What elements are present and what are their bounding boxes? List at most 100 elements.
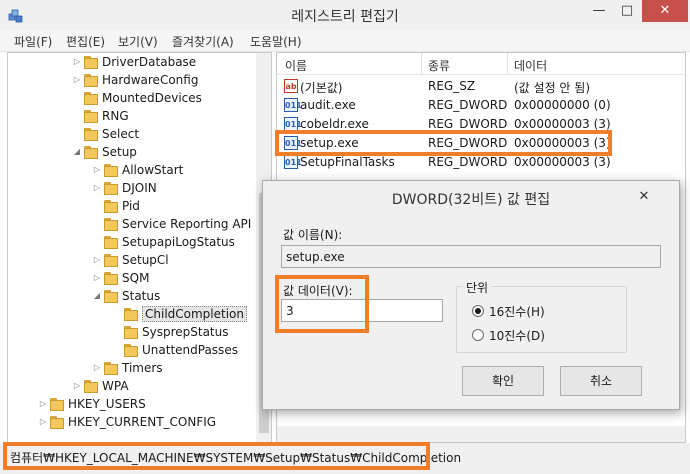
folder-icon: [104, 164, 118, 177]
expand-icon: [112, 327, 122, 337]
expand-icon[interactable]: ▷: [72, 381, 82, 391]
column-header-name[interactable]: 이름: [285, 57, 307, 74]
folder-icon: [84, 92, 98, 105]
tree-item-label: WPA: [102, 379, 129, 393]
list-header: 이름 종류 데이터: [277, 53, 685, 75]
expand-icon[interactable]: ▷: [92, 165, 102, 175]
expand-icon[interactable]: ▷: [92, 183, 102, 193]
dialog-close-button[interactable]: ✕: [618, 183, 670, 210]
tree-item-label: Timers: [122, 361, 163, 375]
folder-icon: [84, 56, 98, 69]
tree-item-label: RNG: [102, 109, 129, 123]
tree-item-label: AllowStart: [122, 163, 184, 177]
value-name-field: setup.exe: [281, 245, 661, 268]
expand-icon[interactable]: ▷: [92, 255, 102, 265]
value-name: cobeldr.exe: [300, 117, 369, 131]
binary-value-icon: 011: [284, 117, 302, 131]
value-type: REG_SZ: [428, 79, 476, 93]
value-data: (값 설정 안 됨): [514, 81, 591, 95]
tree-item-label: HardwareConfig: [102, 73, 199, 87]
expand-icon: [112, 345, 122, 355]
tree-item-label: ChildCompletion: [142, 306, 247, 322]
folder-icon: [104, 182, 118, 195]
menu-view[interactable]: 보기(V): [118, 33, 158, 50]
expand-icon: [92, 237, 102, 247]
tree-item-label: SysprepStatus: [142, 325, 229, 339]
tree-item-label: HKEY_CURRENT_CONFIG: [68, 415, 217, 429]
close-button[interactable]: ✕: [642, 0, 688, 22]
column-header-type[interactable]: 종류: [428, 57, 450, 74]
tree-item-label: Select: [102, 127, 140, 141]
tree-item-label: SetupCl: [122, 253, 169, 267]
tree-item-label: HKEY_USERS: [68, 397, 146, 411]
registry-key-tree: ▷ DriverDatabase ▷ HardwareConfig Mounte…: [7, 52, 272, 443]
expand-icon: [92, 219, 102, 229]
folder-open-icon: [124, 308, 138, 321]
folder-icon: [104, 200, 118, 213]
expand-icon[interactable]: ▷: [38, 417, 48, 427]
column-header-data[interactable]: 데이터: [514, 57, 547, 74]
menu-help[interactable]: 도움말(H): [250, 33, 302, 50]
folder-icon: [84, 74, 98, 87]
ok-button[interactable]: 확인: [462, 366, 544, 396]
menu-edit[interactable]: 편집(E): [66, 33, 105, 50]
menu-file[interactable]: 파일(F): [14, 33, 52, 50]
value-data: 0x00000003 (3): [514, 117, 611, 131]
folder-icon: [50, 416, 64, 429]
folder-open-icon: [84, 146, 98, 159]
folder-icon: [104, 272, 118, 285]
dec-radio-label[interactable]: 10진수(D): [489, 327, 545, 344]
dialog-title: DWORD(32비트) 값 편집: [391, 192, 551, 208]
value-type: REG_DWORD: [428, 98, 508, 112]
expand-icon[interactable]: ▷: [92, 273, 102, 283]
expand-icon[interactable]: ▷: [92, 363, 102, 373]
highlight-frame: [275, 130, 612, 156]
expand-icon: [72, 111, 82, 121]
value-type: REG_DWORD: [428, 155, 508, 169]
folder-icon: [50, 398, 64, 411]
tree-item-label: DriverDatabase: [102, 55, 197, 69]
expand-icon: [72, 93, 82, 103]
hex-radio[interactable]: [472, 305, 484, 317]
value-name-label: 값 이름(N):: [283, 228, 343, 242]
binary-value-icon: 011: [284, 155, 302, 169]
menu-favorites[interactable]: 즐겨찾기(A): [172, 33, 234, 50]
list-item[interactable]: 011 audit.exe REG_DWORD 0x00000000 (0): [277, 96, 685, 115]
maximize-button[interactable]: □: [613, 0, 641, 22]
tree-item-label: MountedDevices: [102, 91, 202, 105]
column-divider[interactable]: [421, 53, 422, 75]
folder-icon: [124, 326, 138, 339]
expand-icon[interactable]: ▷: [72, 75, 82, 85]
collapse-icon[interactable]: ◢: [72, 147, 82, 157]
value-name: SetupFinalTasks: [300, 155, 395, 169]
expand-icon: [92, 201, 102, 211]
folder-icon: [84, 128, 98, 141]
value-type: REG_DWORD: [428, 117, 508, 131]
list-horizontal-scrollbar[interactable]: [277, 426, 685, 442]
tree-item-label: UnattendPasses: [142, 343, 238, 357]
list-item[interactable]: ab (기본값) REG_SZ (값 설정 안 됨): [277, 77, 685, 96]
title-bar: 레지스트리 편집기 — □ ✕: [0, 0, 690, 30]
menu-bar: 파일(F) 편집(E) 보기(V) 즐겨찾기(A) 도움말(H): [0, 30, 690, 52]
expand-icon: [112, 309, 122, 319]
folder-icon: [104, 218, 118, 231]
expand-icon[interactable]: ▷: [72, 57, 82, 67]
highlight-frame: [3, 442, 430, 470]
cancel-button[interactable]: 취소: [560, 366, 642, 396]
tree-item-label: SQM: [122, 271, 150, 285]
hex-radio-label[interactable]: 16진수(H): [489, 303, 545, 320]
folder-icon: [104, 362, 118, 375]
value-name: (기본값): [300, 81, 343, 95]
tree-item-label: Status: [122, 289, 161, 303]
binary-value-icon: 011: [284, 98, 302, 112]
expand-icon[interactable]: ▷: [38, 399, 48, 409]
expand-icon: [72, 129, 82, 139]
minimize-button[interactable]: —: [585, 0, 613, 22]
collapse-icon[interactable]: ◢: [92, 291, 102, 301]
dec-radio[interactable]: [472, 329, 484, 341]
tree-item-label: Service Reporting API: [122, 217, 252, 231]
folder-open-icon: [104, 290, 118, 303]
string-value-icon: ab: [284, 79, 298, 93]
tree-item-label: DJOIN: [122, 181, 157, 195]
column-divider[interactable]: [507, 53, 508, 75]
